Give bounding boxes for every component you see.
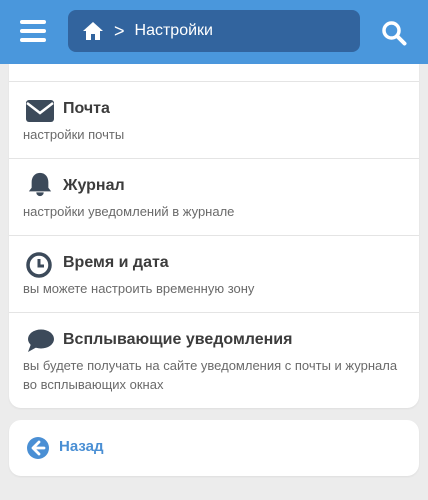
settings-item-time-date[interactable]: Время и дата вы можете настроить временн… xyxy=(9,236,419,312)
settings-item-title: Всплывающие уведомления xyxy=(63,331,293,348)
settings-item-mail[interactable]: Почта настройки почты xyxy=(9,82,419,158)
chat-bubble-icon xyxy=(28,329,54,352)
settings-item-description: настройки почты xyxy=(23,127,125,142)
settings-item-description: вы будете получать на сайте уведомления … xyxy=(23,358,398,392)
search-icon[interactable] xyxy=(381,20,407,46)
settings-item-title: Время и дата xyxy=(63,254,169,271)
hamburger-menu-icon[interactable] xyxy=(20,20,46,42)
settings-item-title: Журнал xyxy=(63,177,125,194)
settings-item-title: Почта xyxy=(63,100,110,117)
settings-item-popup-notifications[interactable]: Всплывающие уведомления вы будете получа… xyxy=(9,313,419,408)
clock-icon xyxy=(26,252,52,278)
bell-icon xyxy=(28,172,52,197)
back-button-label: Назад xyxy=(59,438,104,455)
arrow-left-circle-icon xyxy=(27,437,49,459)
top-bar: > Настройки xyxy=(0,0,428,64)
breadcrumb-current: Настройки xyxy=(134,22,213,39)
home-icon[interactable] xyxy=(82,21,104,41)
envelope-icon xyxy=(26,100,54,122)
breadcrumb: > Настройки xyxy=(68,10,360,52)
back-button[interactable]: Назад xyxy=(9,420,419,476)
settings-item-description: вы можете настроить временную зону xyxy=(23,281,255,296)
breadcrumb-separator-icon: > xyxy=(114,21,125,41)
settings-item-description: настройки уведомлений в журнале xyxy=(23,204,235,219)
settings-item-journal[interactable]: Журнал настройки уведомлений в журнале xyxy=(9,159,419,235)
settings-list: Почта настройки почты Журнал настройки у… xyxy=(9,64,419,408)
